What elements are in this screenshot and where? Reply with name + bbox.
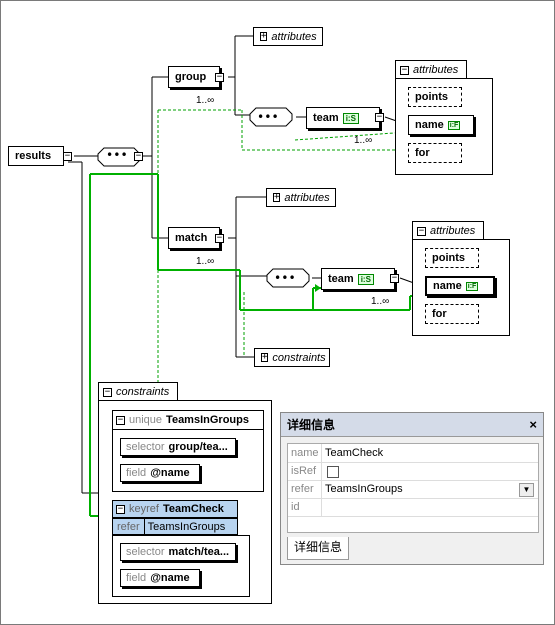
chevron-down-icon[interactable]: ▼ [519, 483, 534, 497]
field-key: field [126, 572, 147, 584]
expand-toggle[interactable]: + [260, 32, 268, 41]
tab-details[interactable]: 详细信息 [287, 537, 349, 560]
collapse-toggle[interactable]: − [390, 274, 399, 283]
attribute-name[interactable]: name i:F [408, 115, 474, 135]
team-label: team [313, 112, 339, 124]
unique-kind: unique [129, 414, 163, 426]
close-icon[interactable]: × [529, 417, 537, 432]
refer-value: TeamsInGroups [147, 520, 226, 533]
group-label: group [175, 71, 207, 83]
constraints-collapsed[interactable]: + constraints [254, 348, 330, 367]
collapse-toggle[interactable]: − [400, 65, 409, 75]
constraints-label: constraints [272, 351, 326, 364]
attribute-label: for [432, 308, 447, 320]
detail-row-id[interactable]: id [288, 498, 538, 517]
collapse-toggle[interactable]: − [116, 415, 125, 425]
details-window: 详细信息 × name TeamCheck isRef refer TeamsI… [280, 412, 544, 565]
attributes-panel-header: − attributes [395, 60, 467, 79]
refer-key: refer [113, 519, 145, 534]
svg-text:•••: ••• [106, 148, 128, 162]
constraints-header-label: constraints [116, 386, 170, 398]
expand-toggle[interactable]: + [273, 193, 281, 202]
match-occurrence: 1..∞ [196, 256, 215, 267]
details-title: 详细信息 [281, 413, 543, 437]
collapse-toggle[interactable]: − [215, 73, 224, 82]
detail-row-isref[interactable]: isRef [288, 462, 538, 481]
detail-value[interactable]: TeamsInGroups [325, 480, 536, 498]
detail-key: isRef [288, 462, 322, 480]
identity-field-icon: i:F [465, 281, 479, 291]
team-label: team [328, 273, 354, 285]
attribute-label: points [432, 252, 465, 264]
isref-checkbox[interactable] [327, 466, 339, 478]
group-element[interactable]: group [168, 66, 220, 88]
attribute-points[interactable]: points [425, 248, 479, 268]
collapse-toggle[interactable]: − [417, 226, 426, 236]
attributes-header-label: attributes [430, 225, 476, 237]
attributes-label: attributes [284, 191, 330, 204]
svg-text:•••: ••• [257, 110, 279, 124]
keyref-name: TeamCheck [162, 503, 224, 515]
unique-name: TeamsInGroups [166, 414, 249, 426]
match-label: match [175, 232, 208, 244]
attribute-name[interactable]: name i:F [425, 276, 495, 296]
attributes-collapsed[interactable]: + attributes [253, 27, 323, 46]
expand-toggle[interactable]: + [261, 353, 269, 362]
attribute-points[interactable]: points [408, 87, 462, 107]
attribute-label: points [415, 91, 448, 103]
detail-value[interactable] [325, 462, 536, 480]
attributes-label: attributes [271, 30, 317, 43]
keyref-constraint[interactable]: − keyref TeamCheck [112, 500, 238, 518]
attribute-for[interactable]: for [425, 304, 479, 324]
keyref-refer[interactable]: refer TeamsInGroups [112, 518, 238, 535]
selector-key: selector [126, 546, 165, 558]
group-occurrence: 1..∞ [196, 95, 215, 106]
keyref-kind: keyref [129, 503, 159, 515]
field-value: @name [150, 572, 190, 584]
svg-text:•••: ••• [274, 271, 296, 285]
constraints-panel-header: − constraints [98, 382, 178, 401]
collapse-toggle[interactable]: − [134, 152, 143, 161]
attributes-collapsed[interactable]: + attributes [266, 188, 336, 207]
attribute-label: name [415, 119, 444, 131]
attribute-for[interactable]: for [408, 143, 462, 163]
identity-icon: i:S [357, 273, 374, 285]
team-occurrence: 1..∞ [354, 135, 373, 146]
attribute-label: name [433, 280, 462, 292]
results-label: results [15, 150, 52, 162]
detail-key: name [288, 444, 322, 462]
detail-value[interactable] [325, 498, 536, 516]
identity-icon: i:S [342, 112, 359, 124]
collapse-toggle[interactable]: − [103, 387, 112, 397]
collapse-toggle[interactable]: − [116, 504, 125, 514]
detail-row-refer[interactable]: refer TeamsInGroups ▼ [288, 480, 538, 499]
identity-field-icon: i:F [447, 120, 461, 130]
selector-value: group/tea... [168, 441, 228, 453]
attribute-label: for [415, 147, 430, 159]
results-element[interactable]: results [8, 146, 64, 166]
unique-constraint[interactable]: − unique TeamsInGroups [112, 410, 264, 430]
selector-key: selector [126, 441, 165, 453]
selector-value: match/tea... [168, 546, 230, 558]
keyref-field[interactable]: field @name [120, 569, 200, 587]
detail-key: id [288, 498, 322, 516]
collapse-toggle[interactable]: − [63, 152, 72, 161]
attributes-header-label: attributes [413, 64, 459, 76]
unique-selector[interactable]: selector group/tea... [120, 438, 236, 456]
detail-value[interactable]: TeamCheck [325, 444, 536, 462]
match-element[interactable]: match [168, 227, 220, 249]
team-element[interactable]: team i:S [321, 268, 395, 290]
collapse-toggle[interactable]: − [215, 234, 224, 243]
field-key: field [126, 467, 147, 479]
unique-field[interactable]: field @name [120, 464, 200, 482]
attributes-panel-header: − attributes [412, 221, 484, 240]
team-occurrence: 1..∞ [371, 296, 390, 307]
details-grid: name TeamCheck isRef refer TeamsInGroups… [287, 443, 539, 533]
collapse-toggle[interactable]: − [375, 113, 384, 122]
field-value: @name [150, 467, 190, 479]
detail-key: refer [288, 480, 322, 498]
team-element[interactable]: team i:S [306, 107, 380, 129]
detail-row-name[interactable]: name TeamCheck [288, 444, 538, 463]
keyref-selector[interactable]: selector match/tea... [120, 543, 236, 561]
